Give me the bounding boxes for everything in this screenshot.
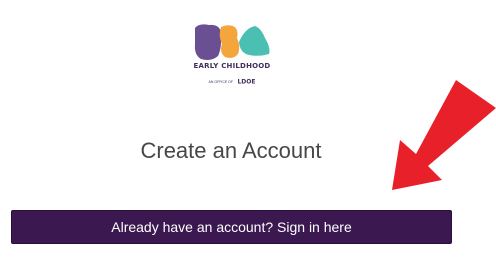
early-childhood-logo: EARLY CHILDHOOD AN OFFICE OF LDOE (186, 22, 278, 85)
page: EARLY CHILDHOOD AN OFFICE OF LDOE Create… (0, 0, 496, 267)
logo-mark (194, 24, 270, 60)
logo-subtitle: AN OFFICE OF LDOE (186, 73, 278, 91)
red-arrow-icon (392, 80, 496, 190)
logo-subtitle-brand: LDOE (237, 78, 256, 86)
logo-teal-shape (239, 26, 270, 56)
sign-in-button[interactable]: Already have an account? Sign in here (11, 210, 452, 244)
logo-title: EARLY CHILDHOOD (193, 62, 271, 70)
logo-purple-shape (194, 24, 222, 60)
logo-orange-shape (219, 25, 240, 58)
logo-subtitle-prefix: AN OFFICE OF (208, 79, 234, 84)
